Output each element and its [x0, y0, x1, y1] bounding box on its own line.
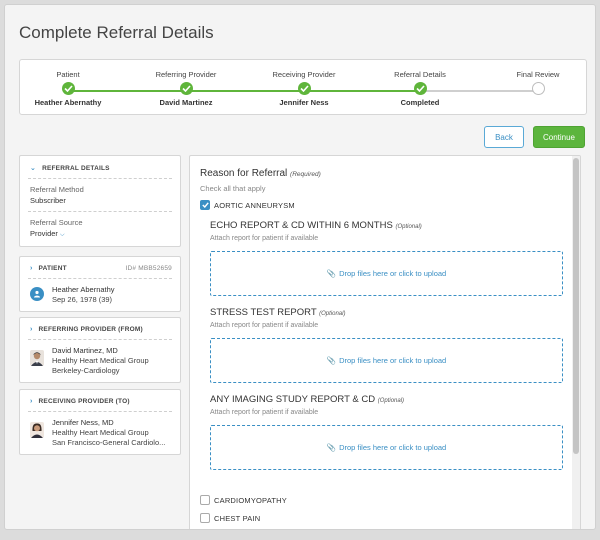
aortic-aneurysm-checkbox[interactable] — [200, 200, 210, 210]
report-title: ANY IMAGING STUDY REPORT & CD (Optional) — [210, 394, 404, 405]
referring-provider-header[interactable]: › REFERRING PROVIDER (FROM) — [20, 318, 180, 339]
report-hint: Attach report for patient if available — [210, 322, 319, 329]
provider-location: San Francisco-General Cardiolo... — [52, 438, 166, 447]
user-icon — [30, 287, 44, 301]
receiving-provider-card: › RECEIVING PROVIDER (TO) Jennifer Ness,… — [19, 389, 181, 455]
report-title-text: ECHO REPORT & CD WITHIN 6 MONTHS — [210, 220, 393, 231]
app-window: Complete Referral Details Patient Heathe… — [4, 4, 596, 530]
patient-header[interactable]: › PATIENT ID# MBB52659 — [20, 257, 180, 278]
check-icon — [201, 202, 209, 208]
required-tag: (Required) — [290, 171, 321, 178]
step-label: Patient — [56, 70, 80, 79]
stress-test-dropzone[interactable]: 📎 Drop files here or click to upload — [210, 338, 563, 383]
patient-dob: Sep 26, 1978 (39) — [52, 295, 113, 304]
provider-name: David Martinez, MD — [52, 346, 118, 355]
report-hint: Attach report for patient if available — [210, 409, 319, 416]
empty-circle-icon — [531, 82, 545, 95]
step-value: David Martinez — [159, 98, 213, 107]
step-label: Referring Provider — [155, 70, 217, 79]
check-icon — [297, 82, 311, 95]
section-subtitle: Check all that apply — [200, 184, 266, 193]
step-label: Final Review — [516, 70, 560, 79]
provider-org: Healthy Heart Medical Group — [52, 428, 149, 437]
chevron-right-icon: › — [30, 265, 33, 272]
check-icon — [413, 82, 427, 95]
optional-tag: (Optional) — [319, 311, 346, 317]
check-icon — [61, 82, 75, 95]
step-final-review[interactable]: Final Review — [483, 70, 593, 98]
field-value: Provider — [30, 229, 58, 238]
progress-stepper: Patient Heather Abernathy Referring Prov… — [19, 59, 587, 115]
patient-info: Heather Abernathy Sep 26, 1978 (39) — [20, 279, 180, 305]
dropzone-label: Drop files here or click to upload — [339, 356, 447, 365]
echo-report-dropzone[interactable]: 📎 Drop files here or click to upload — [210, 251, 563, 296]
provider-location: Berkeley-Cardiology — [52, 366, 120, 375]
checkbox-label: CARDIOMYOPATHY — [214, 496, 287, 505]
optional-tag: (Optional) — [377, 398, 405, 404]
chevron-down-icon: ⌵ — [60, 232, 65, 238]
avatar — [30, 350, 44, 366]
field-label: Referral Method — [30, 185, 84, 194]
back-button[interactable]: Back — [484, 126, 524, 148]
referral-details-header[interactable]: ⌄ REFERRAL DETAILS — [20, 156, 180, 178]
checkbox-label: CHEST PAIN — [214, 514, 261, 523]
optional-tag: (Optional) — [395, 224, 422, 230]
reason-for-referral-panel: Reason for Referral (Required) Check all… — [189, 155, 581, 529]
referring-provider-card: › REFERRING PROVIDER (FROM) David Martin… — [19, 317, 181, 383]
provider-name: Jennifer Ness, MD — [52, 418, 114, 427]
patient-card: › PATIENT ID# MBB52659 Heather Abernathy… — [19, 256, 181, 312]
paperclip-icon: 📎 — [326, 443, 337, 452]
referral-method: Referral Method Subscriber — [20, 179, 180, 205]
card-heading: RECEIVING PROVIDER (TO) — [38, 398, 130, 405]
checkbox-label: AORTIC ANNEURYSM — [214, 201, 295, 210]
step-referral-details[interactable]: Referral Details Completed — [365, 70, 475, 107]
field-value: Subscriber — [30, 196, 66, 205]
card-heading: REFERRING PROVIDER (FROM) — [38, 326, 143, 333]
section-title: Reason for Referral (Required) — [200, 168, 321, 179]
provider-org: Healthy Heart Medical Group — [52, 356, 149, 365]
report-title: ECHO REPORT & CD WITHIN 6 MONTHS (Option… — [210, 220, 422, 231]
continue-button[interactable]: Continue — [533, 126, 585, 148]
step-label: Referral Details — [394, 70, 446, 79]
step-value: Heather Abernathy — [34, 98, 102, 107]
scrollbar[interactable] — [572, 156, 580, 529]
receiving-provider-header[interactable]: › RECEIVING PROVIDER (TO) — [20, 390, 180, 411]
card-heading: PATIENT — [38, 265, 67, 272]
avatar — [30, 422, 44, 438]
cardiomyopathy-checkbox[interactable] — [200, 495, 210, 505]
chest-pain-checkbox[interactable] — [200, 513, 210, 523]
report-title-text: ANY IMAGING STUDY REPORT & CD — [210, 394, 376, 405]
step-value: Completed — [400, 98, 440, 107]
dropzone-label: Drop files here or click to upload — [339, 269, 447, 278]
field-label: Referral Source — [30, 218, 83, 227]
paperclip-icon: 📎 — [326, 269, 337, 278]
referral-source: Referral Source Provider ⌵ — [20, 212, 180, 239]
dropzone-label: Drop files here or click to upload — [339, 443, 447, 452]
report-title: STRESS TEST REPORT (Optional) — [210, 307, 345, 318]
chevron-right-icon: › — [30, 326, 33, 333]
receiving-provider-info: Jennifer Ness, MD Healthy Heart Medical … — [20, 412, 180, 448]
section-title-text: Reason for Referral — [200, 168, 288, 179]
patient-name: Heather Abernathy — [52, 285, 115, 294]
scrollbar-thumb[interactable] — [573, 158, 579, 454]
card-heading: REFERRAL DETAILS — [42, 164, 110, 172]
step-referring-provider[interactable]: Referring Provider David Martinez — [131, 70, 241, 107]
referring-provider-info: David Martinez, MD Healthy Heart Medical… — [20, 340, 180, 376]
imaging-study-dropzone[interactable]: 📎 Drop files here or click to upload — [210, 425, 563, 470]
report-hint: Attach report for patient if available — [210, 235, 319, 242]
referral-source-select[interactable]: Provider ⌵ — [30, 229, 170, 239]
step-label: Receiving Provider — [272, 70, 336, 79]
paperclip-icon: 📎 — [326, 356, 337, 365]
step-receiving-provider[interactable]: Receiving Provider Jennifer Ness — [249, 70, 359, 107]
referral-details-card: ⌄ REFERRAL DETAILS Referral Method Subsc… — [19, 155, 181, 247]
chevron-down-icon: ⌄ — [30, 165, 37, 172]
step-value: Jennifer Ness — [279, 98, 329, 107]
step-patient[interactable]: Patient Heather Abernathy — [13, 70, 123, 107]
patient-id: ID# MBB52659 — [125, 265, 172, 272]
page-title: Complete Referral Details — [19, 23, 214, 42]
chevron-right-icon: › — [30, 398, 33, 405]
check-icon — [179, 82, 193, 95]
report-title-text: STRESS TEST REPORT — [210, 307, 317, 318]
